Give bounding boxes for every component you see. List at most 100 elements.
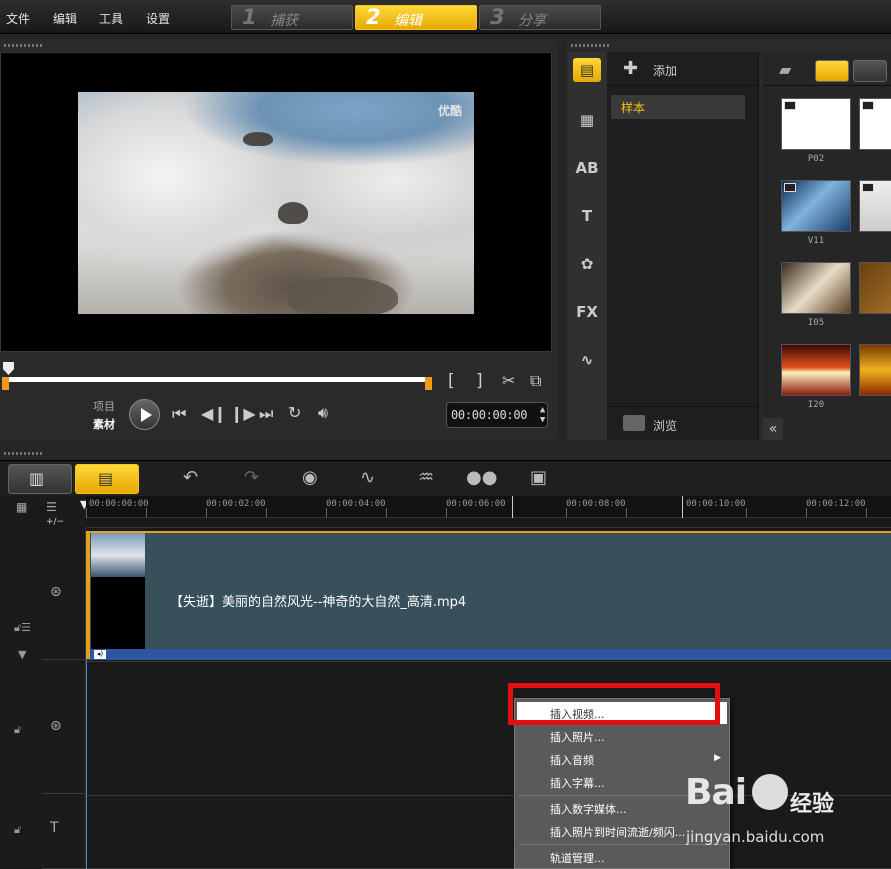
enlarge-preview-icon[interactable]: ⧉ <box>530 371 541 391</box>
menu-insert-audio[interactable]: 插入音频 <box>550 752 594 768</box>
path-category-icon[interactable]: ∿ <box>573 348 601 372</box>
timecode-field[interactable]: 00:00:00:00 ▲ ▼ <box>446 402 548 428</box>
annotation-highlight-box <box>508 683 720 725</box>
menu-settings[interactable]: 设置 <box>146 10 170 27</box>
thumbnail-item[interactable] <box>781 262 851 314</box>
menu-tools[interactable]: 工具 <box>99 10 123 27</box>
timecode-spinner[interactable]: ▲ ▼ <box>540 405 545 425</box>
timeline-ruler[interactable]: 00:00:00:00 00:00:02:00 00:00:04:00 00:0… <box>86 496 891 518</box>
lock-icon[interactable]: 🔓︎ <box>14 723 21 737</box>
transition-category-icon[interactable]: ▦ <box>573 108 601 132</box>
thumbnail-item[interactable] <box>781 98 851 150</box>
ruler-tick <box>206 508 207 518</box>
clip-audio-strip <box>86 649 891 660</box>
video-track-header[interactable] <box>42 528 86 660</box>
ruler-tick <box>806 508 807 518</box>
mark-in-button[interactable]: [ <box>448 371 455 391</box>
show-videos-toggle[interactable] <box>815 60 849 82</box>
mode-clip-label[interactable]: 素材 <box>93 416 115 432</box>
folder-item-sample[interactable]: 样本 <box>611 95 745 119</box>
ruler-tick <box>86 508 87 518</box>
panel-grip[interactable] <box>571 44 611 47</box>
repeat-icon[interactable]: ↻ <box>288 403 301 422</box>
timeline-corner: ▦ ☰ +/− ▼ <box>0 496 88 528</box>
thumbnail-item[interactable] <box>859 262 891 314</box>
list-view-icon[interactable]: ☰ <box>46 500 57 514</box>
add-remove-chapter[interactable]: +/− <box>46 517 64 527</box>
undo-icon[interactable]: ↶ <box>183 467 198 488</box>
clip-thumbnail <box>91 533 145 650</box>
title-track-header[interactable] <box>42 796 86 869</box>
track-headers: ⊛ 🔓︎☰ ▼ ⊛ 🔓︎ T 🔓︎ <box>0 528 86 869</box>
ruler-label: 00:00:00:00 <box>89 499 149 509</box>
audio-mixer-icon[interactable]: ∿ <box>360 467 375 488</box>
end-icon[interactable]: ⏭ <box>259 404 273 424</box>
volume-icon[interactable]: 🔊︎ <box>318 403 328 423</box>
menu-edit[interactable]: 编辑 <box>53 10 77 27</box>
clip-name: 【失逝】美丽的自然风光--神奇的大自然_高清.mp4 <box>170 595 467 610</box>
thumbnail-item[interactable] <box>781 180 851 232</box>
next-frame-icon[interactable]: ❙▶ <box>230 404 256 423</box>
redo-icon[interactable]: ↷ <box>244 467 259 488</box>
clip-start-handle[interactable] <box>86 531 90 659</box>
browse-button[interactable]: 浏览 <box>607 406 759 440</box>
menu-insert-digital-media[interactable]: 插入数字媒体... <box>550 801 627 817</box>
lock-icon[interactable]: 🔓︎ <box>14 823 21 837</box>
thumbnail-item[interactable] <box>859 180 891 232</box>
trim-end-handle[interactable] <box>425 377 432 390</box>
mode-project-label[interactable]: 项目 <box>93 398 115 414</box>
scissors-icon[interactable]: ✂ <box>502 371 515 390</box>
video-badge-icon <box>784 183 796 192</box>
home-icon[interactable]: ⏮ <box>172 404 186 424</box>
text-category-icon[interactable]: T <box>573 204 601 228</box>
trim-start-handle[interactable] <box>2 377 9 390</box>
add-folder-button[interactable]: ✚ 添加 <box>607 52 759 86</box>
menu-insert-photo[interactable]: 插入照片... <box>550 729 605 745</box>
scrubber-handle[interactable] <box>3 362 14 375</box>
thumbnail-item[interactable] <box>859 344 891 396</box>
chapter-strip[interactable] <box>86 518 891 528</box>
title-ab-category-icon[interactable]: AB <box>573 156 601 180</box>
lock-all-icon[interactable]: 🔓︎☰ <box>14 621 31 635</box>
menu-insert-subtitle[interactable]: 插入字幕... <box>550 775 605 791</box>
play-button[interactable] <box>129 399 160 430</box>
record-capture-icon[interactable]: ◉ <box>302 467 318 488</box>
photo-badge-icon <box>784 101 796 110</box>
thumbnail-item[interactable] <box>781 344 851 396</box>
add-folder-label: 添加 <box>653 64 678 78</box>
mark-out-button[interactable]: ] <box>476 371 483 391</box>
video-watermark: 优酷 <box>437 104 462 118</box>
auto-music-icon[interactable]: ♒ <box>418 467 434 488</box>
thumbnail-item[interactable] <box>859 98 891 150</box>
ruler-marker <box>512 496 513 518</box>
menu-track-manager[interactable]: 轨道管理... <box>550 850 605 866</box>
tab-capture[interactable]: 1 捕获 <box>231 5 353 30</box>
overlay-track-header[interactable] <box>42 662 86 794</box>
storyboard-view-button[interactable]: ▥ <box>8 464 72 494</box>
folder-icon[interactable]: ▰ <box>779 60 791 79</box>
track-manager-icon[interactable]: ▦ <box>16 500 27 514</box>
timecode-value: 00:00:00:00 <box>451 408 528 422</box>
menu-insert-timelapse[interactable]: 插入照片到时间流逝/频闪... <box>550 824 685 840</box>
tab-edit[interactable]: 2 编辑 <box>355 5 477 30</box>
subtitle-editor-icon[interactable]: ▣ <box>530 467 547 488</box>
preview-panel: 优酷 [ ] ✂ ⧉ 项目 素材 ⏮ ◀❙ ❙▶ ⏭ ↻ 🔊︎ 00:00:00… <box>0 40 558 440</box>
baidu-jingyan-text: 经验 <box>790 792 835 817</box>
media-category-icon[interactable]: ▤ <box>573 58 601 82</box>
expand-tracks-icon[interactable]: ▼ <box>18 648 26 661</box>
baidu-logo-text: Bai <box>685 772 747 813</box>
scrubber-bar[interactable] <box>8 377 428 382</box>
fx-category-icon[interactable]: FX <box>573 300 601 324</box>
timeline-grip[interactable] <box>4 452 44 455</box>
panel-grip[interactable] <box>4 44 44 47</box>
menu-file[interactable]: 文件 <box>6 10 30 27</box>
tab-share[interactable]: 3 分享 <box>479 5 601 30</box>
motion-tracking-icon[interactable]: ●● <box>466 467 497 488</box>
show-photos-toggle[interactable] <box>853 60 887 82</box>
step-number: 1 <box>242 5 257 29</box>
graphics-category-icon[interactable]: ✿ <box>573 252 601 276</box>
timeline-view-button[interactable]: ▤ <box>75 464 139 494</box>
video-clip[interactable]: 【失逝】美丽的自然风光--神奇的大自然_高清.mp4 ◂) <box>86 531 891 660</box>
collapse-panel-button[interactable]: « <box>763 418 783 440</box>
previous-frame-icon[interactable]: ◀❙ <box>201 404 227 423</box>
